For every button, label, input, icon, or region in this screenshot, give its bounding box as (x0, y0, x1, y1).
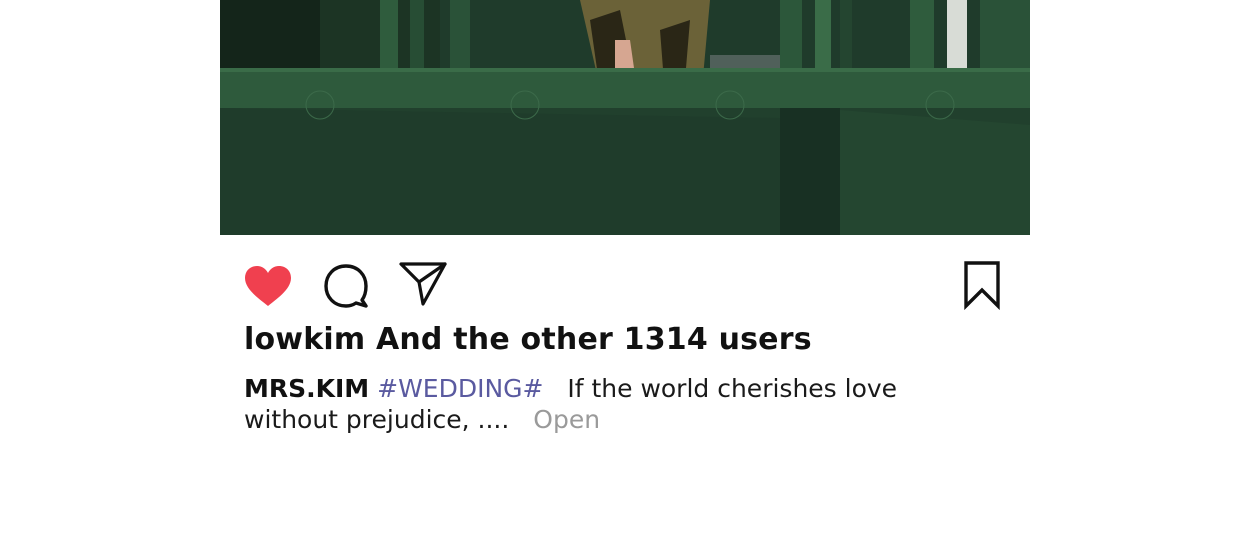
likes-count[interactable]: lowkim And the other 1314 users (244, 322, 812, 357)
post-caption: MRS.KIM #WEDDING# If the world cherishes… (244, 373, 944, 435)
heart-filled-icon (245, 266, 291, 306)
caption-hashtag[interactable]: #WEDDING# (377, 374, 543, 403)
bookmark-icon (964, 261, 1000, 310)
post-photo (220, 0, 1030, 235)
caption-username[interactable]: MRS.KIM (244, 374, 369, 403)
share-button[interactable] (397, 260, 449, 308)
save-button[interactable] (960, 258, 1004, 312)
comment-icon (324, 264, 368, 308)
like-button[interactable] (242, 262, 294, 310)
comment-button[interactable] (321, 262, 371, 310)
send-icon (399, 262, 447, 306)
post-image[interactable] (220, 0, 1030, 235)
caption-open-link[interactable]: Open (533, 405, 600, 434)
